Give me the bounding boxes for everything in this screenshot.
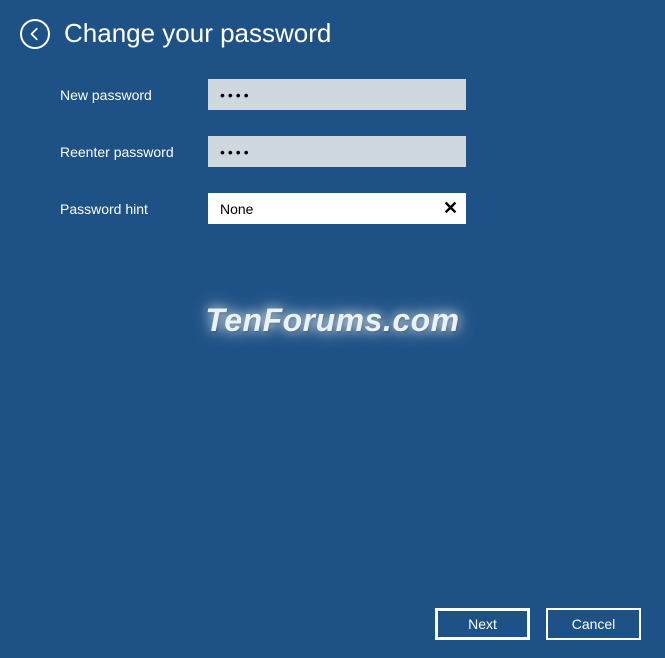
reenter-password-row: Reenter password xyxy=(60,136,665,167)
clear-icon[interactable]: ✕ xyxy=(435,193,466,224)
password-hint-label: Password hint xyxy=(60,201,208,217)
password-form: New password Reenter password Password h… xyxy=(0,59,665,224)
back-icon[interactable] xyxy=(20,19,50,49)
cancel-button[interactable]: Cancel xyxy=(546,608,641,640)
new-password-row: New password xyxy=(60,79,665,110)
reenter-password-input[interactable] xyxy=(208,136,466,167)
new-password-label: New password xyxy=(60,87,208,103)
watermark-text: TenForums.com xyxy=(0,302,665,339)
page-title: Change your password xyxy=(64,18,331,49)
password-hint-input[interactable] xyxy=(208,193,435,224)
header: Change your password xyxy=(0,0,665,59)
password-hint-wrapper: ✕ xyxy=(208,193,466,224)
next-button[interactable]: Next xyxy=(435,608,530,640)
new-password-input[interactable] xyxy=(208,79,466,110)
arrow-left-icon xyxy=(28,27,42,41)
reenter-password-label: Reenter password xyxy=(60,144,208,160)
footer-buttons: Next Cancel xyxy=(435,608,641,640)
password-hint-row: Password hint ✕ xyxy=(60,193,665,224)
